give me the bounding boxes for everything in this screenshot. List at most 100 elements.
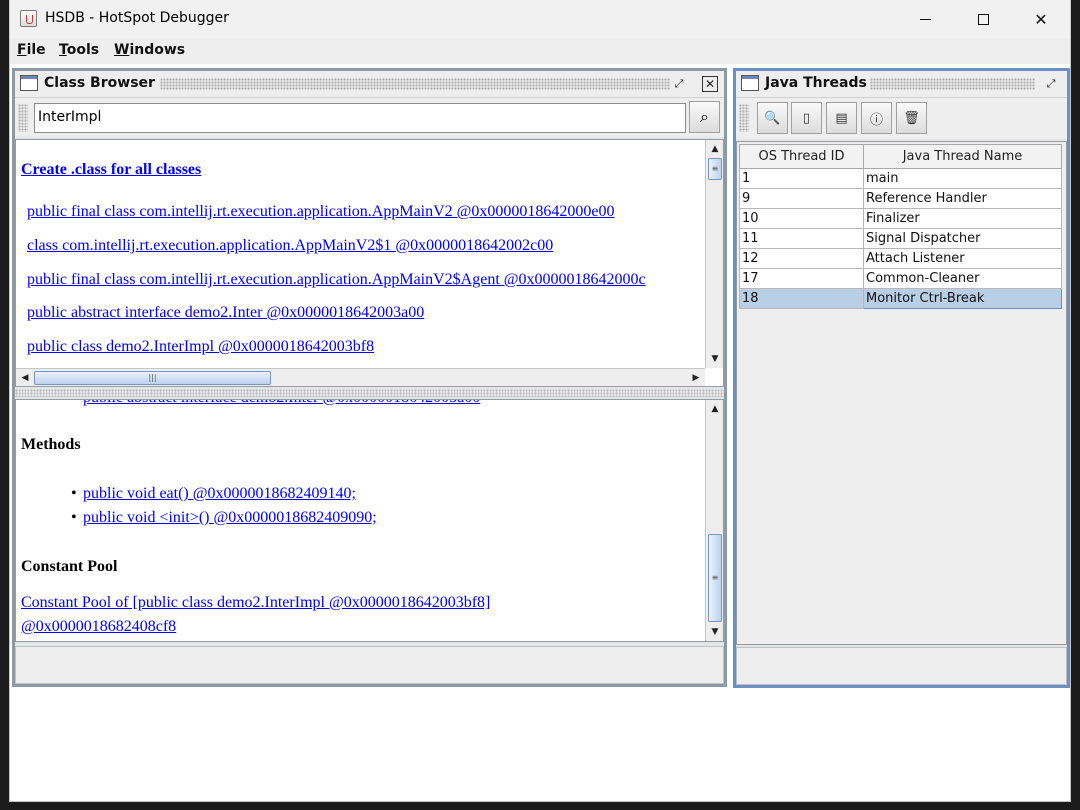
scroll-thumb[interactable]: ||| — [34, 371, 271, 385]
window-title: HSDB - HotSpot Debugger — [45, 10, 229, 26]
maximize-button[interactable] — [954, 0, 1012, 38]
frame-window-icon — [741, 75, 759, 91]
thread-name-cell[interactable]: Reference Handler — [863, 188, 1062, 209]
java-threads-title-bar[interactable]: Java Threads ⤢ — [736, 71, 1067, 97]
constant-pool-heading: Constant Pool — [21, 558, 118, 575]
bullet: • — [71, 485, 77, 502]
class-browser-title: Class Browser — [44, 75, 155, 91]
class-link[interactable]: public class demo2.InterImpl @0x00000186… — [27, 338, 374, 356]
class-browser-frame: Class Browser ⤢ ✕ InterImpl ⌕ Create .cl… — [12, 68, 727, 687]
class-browser-title-bar[interactable]: Class Browser ⤢ ✕ — [15, 71, 724, 97]
table-row[interactable]: 1 main — [739, 168, 1062, 189]
frame-maximize-button[interactable]: ⤢ — [1043, 76, 1059, 92]
thread-id-cell[interactable]: 11 — [739, 228, 864, 249]
class-link[interactable]: public abstract interface demo2.Inter @0… — [27, 304, 424, 322]
class-details-pane: public abstract interface demo2.Inter @0… — [15, 399, 724, 642]
class-list-vscroll[interactable]: ▲ ≡ ▼ — [705, 140, 723, 368]
close-window-button[interactable]: ✕ — [1012, 0, 1070, 38]
class-link[interactable]: class com.intellij.rt.execution.applicat… — [27, 237, 553, 255]
thread-dump-button[interactable]: ▤ — [826, 102, 857, 134]
thread-name-cell[interactable]: Common-Cleaner — [863, 268, 1062, 289]
method-link[interactable]: public void <init>() @0x0000018682409090… — [83, 509, 377, 527]
class-search-input[interactable]: InterImpl — [34, 103, 686, 133]
scroll-down-icon[interactable]: ▼ — [706, 350, 723, 368]
stack-memory-button[interactable]: ▯ — [791, 102, 822, 134]
threads-table: OS Thread ID Java Thread Name 1 main 9 Ref… — [739, 144, 1062, 309]
thread-id-cell[interactable]: 9 — [739, 188, 864, 209]
thread-id-cell[interactable]: 12 — [739, 248, 864, 269]
inspect-thread-button[interactable]: 🔍 — [757, 102, 788, 134]
create-class-all-link[interactable]: Create .class for all classes — [21, 161, 201, 179]
class-list-pane: Create .class for all classes public fin… — [15, 139, 724, 387]
split-pane-divider[interactable] — [15, 389, 724, 397]
table-row[interactable]: 9 Reference Handler — [739, 188, 1062, 209]
hsdb-window: HSDB - HotSpot Debugger ✕ File Tools Win… — [9, 0, 1071, 802]
class-list-hscroll[interactable]: ◀ ||| ▶ — [16, 368, 705, 386]
thread-name-cell[interactable]: Monitor Ctrl-Break — [863, 288, 1062, 309]
toolbar-grip — [739, 104, 749, 132]
interface-link[interactable]: public abstract interface demo2.Inter @0… — [83, 400, 480, 407]
menu-file[interactable]: File — [17, 42, 46, 58]
frame-maximize-button[interactable]: ⤢ — [671, 76, 687, 92]
method-link[interactable]: public void eat() @0x0000018682409140; — [83, 485, 356, 503]
scroll-thumb[interactable]: ≡ — [708, 534, 722, 622]
search-toolbar: InterImpl ⌕ — [15, 97, 724, 137]
thread-id-cell[interactable]: 18 — [739, 288, 864, 309]
trash-icon: 🗑 — [903, 110, 920, 126]
maximize-icon — [977, 13, 989, 25]
title-grip — [870, 78, 1035, 90]
frame-close-button[interactable]: ✕ — [702, 76, 718, 92]
stack-memory-icon: ▯ — [802, 110, 811, 126]
table-row[interactable]: 17 Common-Cleaner — [739, 268, 1062, 289]
thread-name-cell[interactable]: Attach Listener — [863, 248, 1062, 269]
inspect-icon: 🔍 — [764, 110, 781, 126]
scroll-down-icon[interactable]: ▼ — [706, 623, 723, 641]
column-header-java-thread-name[interactable]: Java Thread Name — [863, 144, 1062, 169]
details-vscroll[interactable]: ▲ ≡ ▼ — [705, 400, 723, 641]
class-link[interactable]: public final class com.intellij.rt.execu… — [27, 203, 615, 221]
thread-info-icon: ⓘ — [869, 112, 883, 128]
java-threads-frame: Java Threads ⤢ 🔍 ▯ ▤ ⓘ 🗑 OS Thread ID Ja… — [733, 68, 1070, 688]
scroll-right-icon[interactable]: ▶ — [687, 369, 705, 386]
menu-tools[interactable]: Tools — [59, 42, 99, 58]
thread-dump-icon: ▤ — [835, 110, 848, 126]
find-button[interactable]: ⌕ — [689, 101, 720, 133]
thread-id-cell[interactable]: 10 — [739, 208, 864, 229]
table-row[interactable]: 12 Attach Listener — [739, 248, 1062, 269]
threads-toolbar: 🔍 ▯ ▤ ⓘ 🗑 — [736, 97, 1067, 139]
maximize-frame-icon: ⤢ — [1046, 77, 1056, 90]
table-row[interactable]: 10 Finalizer — [739, 208, 1062, 229]
menu-windows[interactable]: Windows — [114, 42, 185, 58]
thread-name-cell[interactable]: Signal Dispatcher — [863, 228, 1062, 249]
scroll-left-icon[interactable]: ◀ — [16, 369, 34, 386]
minimize-button[interactable] — [896, 0, 954, 38]
binoculars-icon: ⌕ — [700, 107, 709, 126]
scroll-up-icon[interactable]: ▲ — [706, 140, 723, 158]
class-link[interactable]: public final class com.intellij.rt.execu… — [27, 271, 646, 289]
constant-pool-link[interactable]: Constant Pool of [public class demo2.Int… — [21, 594, 490, 612]
column-header-os-thread-id[interactable]: OS Thread ID — [739, 144, 864, 169]
frame-window-icon — [20, 75, 38, 91]
java-threads-title: Java Threads — [765, 75, 867, 91]
desktop-pane: Class Browser ⤢ ✕ InterImpl ⌕ Create .cl… — [10, 64, 1070, 689]
table-row-selected[interactable]: 18 Monitor Ctrl-Break — [739, 288, 1062, 309]
close-icon: ✕ — [704, 77, 716, 91]
bullet: • — [71, 509, 77, 526]
thread-info-button[interactable]: ⓘ — [861, 102, 892, 134]
class-browser-status-area — [15, 646, 724, 684]
scroll-up-icon[interactable]: ▲ — [706, 400, 723, 418]
delete-button[interactable]: 🗑 — [896, 102, 927, 134]
thread-name-cell[interactable]: main — [863, 168, 1062, 189]
maximize-frame-icon: ⤢ — [674, 77, 684, 90]
table-row[interactable]: 11 Signal Dispatcher — [739, 228, 1062, 249]
close-icon: ✕ — [1034, 9, 1048, 29]
thread-name-cell[interactable]: Finalizer — [863, 208, 1062, 229]
thread-id-cell[interactable]: 17 — [739, 268, 864, 289]
methods-heading: Methods — [21, 436, 81, 453]
title-bar: HSDB - HotSpot Debugger ✕ — [10, 0, 1070, 38]
scroll-thumb[interactable]: ≡ — [708, 158, 722, 180]
constant-pool-address-link[interactable]: @0x0000018682408cf8 — [21, 618, 176, 636]
threads-table-area: OS Thread ID Java Thread Name 1 main 9 Ref… — [736, 141, 1067, 645]
title-grip — [160, 78, 670, 90]
thread-id-cell[interactable]: 1 — [739, 168, 864, 189]
